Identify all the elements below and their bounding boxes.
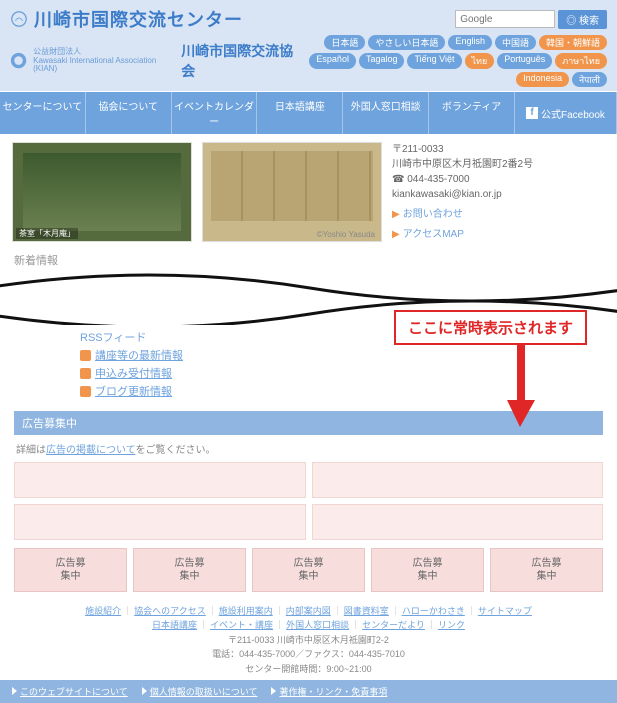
lang-pill[interactable]: ภาษาไทย: [555, 53, 607, 69]
footer-link[interactable]: 日本語講座: [152, 620, 197, 630]
hero-caption-1: 茶室「木月庵」: [16, 228, 78, 239]
footer-link[interactable]: 内部案内図: [286, 606, 331, 616]
hero-image-tatami: ©Yoshio Yasuda: [202, 142, 382, 242]
footer-link[interactable]: センターだより: [362, 620, 425, 630]
news-heading: 新着情報: [14, 252, 603, 268]
arrow-right-icon: ▶: [392, 227, 400, 242]
ad-slot-large[interactable]: [312, 504, 604, 540]
footer-bar-link[interactable]: このウェブサイトについて: [12, 685, 128, 698]
assoc-logo-icon: [10, 52, 27, 70]
hero-contact: 〒211-0033 川崎市中原区木月祗園町2番2号 ☎ 044-435-7000…: [392, 142, 533, 242]
ads-note: 詳細は広告の掲載についてをご覧ください。: [16, 441, 601, 456]
triangle-icon: [142, 687, 147, 695]
nav-item[interactable]: センターについて: [0, 92, 86, 134]
annotation-arrow-icon: [507, 345, 537, 430]
contact-inquiry-link[interactable]: ▶お問い合わせ: [392, 207, 533, 222]
site-header: 川崎市国際交流センター ◎ 検索 公益財団法人 Kawasaki Interna…: [0, 0, 617, 91]
hero-caption-2: ©Yoshio Yasuda: [314, 230, 378, 239]
rss-link[interactable]: 申込み受付情報: [95, 365, 172, 381]
site-title: 川崎市国際交流センター: [34, 6, 243, 32]
nav-item[interactable]: ボランティア: [429, 92, 515, 134]
lang-pill[interactable]: 韓国・朝鮮語: [539, 35, 607, 50]
lang-pill[interactable]: 中国語: [495, 35, 536, 50]
nav-item[interactable]: イベントカレンダー: [172, 92, 258, 134]
footer-link[interactable]: 施設紹介: [85, 606, 121, 616]
footer-tel: 電話：044-435-7000／ファクス：044-435-7010: [10, 647, 607, 661]
footer-link[interactable]: 施設利用案内: [219, 606, 273, 616]
nav-item[interactable]: 日本語講座: [257, 92, 343, 134]
contact-access-link[interactable]: ▶アクセスMAP: [392, 227, 533, 242]
footer-link[interactable]: イベント・講座: [210, 620, 273, 630]
rss-link[interactable]: ブログ更新情報: [95, 383, 172, 399]
search-button[interactable]: ◎ 検索: [558, 10, 607, 29]
footer-link[interactable]: 外国人窓口相談: [286, 620, 349, 630]
footer-link[interactable]: ハローかわさき: [402, 606, 465, 616]
lang-pill[interactable]: Português: [497, 53, 552, 69]
ad-slot-small[interactable]: 広告募 集中: [133, 548, 246, 592]
triangle-icon: [12, 687, 17, 695]
rss-icon: [80, 386, 91, 397]
lang-pill[interactable]: やさしい日本語: [368, 35, 445, 50]
rss-icon: [80, 350, 91, 361]
footer-bar-link[interactable]: 著作権・リンク・免責事項: [271, 685, 387, 698]
lang-pill[interactable]: 日本語: [324, 35, 365, 50]
ad-slot-large[interactable]: [312, 462, 604, 498]
footer-link[interactable]: リンク: [438, 620, 465, 630]
search-input[interactable]: [455, 10, 555, 28]
lang-pill[interactable]: ไทย: [465, 53, 495, 69]
footer-link[interactable]: 図書資料室: [344, 606, 389, 616]
triangle-icon: [271, 687, 276, 695]
ad-slot-small[interactable]: 広告募 集中: [490, 548, 603, 592]
contact-addr: 川崎市中原区木月祗園町2番2号: [392, 157, 533, 172]
assoc-name: 川崎市国際交流協会: [181, 41, 301, 81]
footer-links: 施設紹介｜協会へのアクセス｜施設利用案内｜内部案内図｜図書資料室｜ハローかわさき…: [10, 604, 607, 676]
nav-item[interactable]: 外国人窓口相談: [343, 92, 429, 134]
lang-pill[interactable]: Indonesia: [516, 72, 569, 87]
ads-section: 広告募集中 詳細は広告の掲載についてをご覧ください。 広告募 集中広告募 集中広…: [14, 411, 603, 592]
lang-pill[interactable]: Español: [309, 53, 356, 69]
footer-hours: センター開館時間：9:00~21:00: [10, 662, 607, 676]
lang-pill[interactable]: Tagalog: [359, 53, 405, 69]
search-box: ◎ 検索: [455, 10, 607, 29]
ads-info-link[interactable]: 広告の掲載について: [46, 445, 136, 456]
footer-link[interactable]: 協会へのアクセス: [134, 606, 206, 616]
contact-mail: kiankawasaki@kian.or.jp: [392, 187, 533, 202]
ad-slot-small[interactable]: 広告募 集中: [371, 548, 484, 592]
rss-icon: [80, 368, 91, 379]
ad-slot-large[interactable]: [14, 504, 306, 540]
contact-zip: 〒211-0033: [392, 142, 533, 157]
rss-link[interactable]: 講座等の最新情報: [95, 347, 183, 363]
nav-facebook[interactable]: f公式Facebook: [515, 92, 617, 134]
language-pills: 日本語やさしい日本語English中国語韓国・朝鮮語 EspañolTagalog…: [307, 35, 607, 87]
lang-pill[interactable]: English: [448, 35, 492, 50]
hero-image-garden: 茶室「木月庵」: [12, 142, 192, 242]
annotation-callout: ここに常時表示されます: [394, 310, 587, 345]
footer-bar-link[interactable]: 個人情報の取扱いについて: [142, 685, 258, 698]
lang-pill[interactable]: नेपाली: [572, 72, 607, 87]
contact-tel: ☎ 044-435-7000: [392, 172, 533, 187]
lang-pill[interactable]: Tiếng Việt: [407, 53, 461, 69]
ad-slot-large[interactable]: [14, 462, 306, 498]
logo-icon: [10, 10, 28, 28]
footer-link[interactable]: サイトマップ: [478, 606, 532, 616]
nav-item[interactable]: 協会について: [86, 92, 172, 134]
footer-addr: 〒211-0033 川崎市中原区木月祗園町2-2: [10, 633, 607, 647]
facebook-icon: f: [526, 107, 538, 119]
ad-slot-small[interactable]: 広告募 集中: [252, 548, 365, 592]
main-nav: センターについて協会についてイベントカレンダー日本語講座外国人窓口相談ボランティ…: [0, 91, 617, 134]
ad-slot-small[interactable]: 広告募 集中: [14, 548, 127, 592]
footer-bar: このウェブサイトについて 個人情報の取扱いについて 著作権・リンク・免責事項: [0, 680, 617, 703]
arrow-right-icon: ▶: [392, 207, 400, 222]
assoc-subtitle: 公益財団法人 Kawasaki International Associatio…: [33, 48, 175, 74]
hero-row: 茶室「木月庵」 ©Yoshio Yasuda 〒211-0033 川崎市中原区木…: [0, 134, 617, 250]
